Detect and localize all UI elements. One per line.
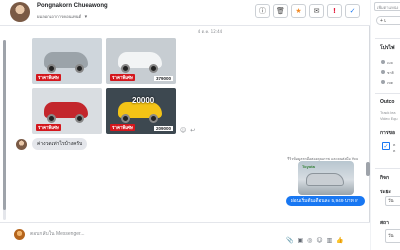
seen-status-icon [357,199,362,204]
profile-item-email: เมล [387,61,393,65]
conversation-header: Pongnakorn Chueawong ผมลอกเอาการคอนเทนต์… [0,0,370,26]
outcome-text-1: Track lea [380,111,396,115]
profile-item-nationality: ชาติ [387,71,394,75]
delete-button[interactable]: 🗑 [273,4,288,18]
check-icon: ✓ [349,6,356,15]
sticker-icon[interactable]: ▥ [327,238,333,244]
promo-tag: ราคาพิเศษ [110,124,135,131]
promo-tag: ราคาพิเศษ [36,124,61,131]
divider [375,38,400,39]
status-label: สถา [380,220,389,226]
exclamation-icon: ! [332,6,337,15]
car-photo-1[interactable]: ราคาพิเศษ [32,38,102,84]
contact-details-panel: เพิ่มตาแหน่ง + เ โปรไฟ เมล ชาติ เขต Outc… [371,0,400,250]
spam-button[interactable]: ! [327,4,342,18]
outcome-text-2: Video Equ [380,117,398,121]
message-actions: ☺ ↩ [180,127,195,134]
star-button[interactable]: ★ [291,4,306,18]
inbox-app: Pongnakorn Chueawong ผมลอกเอาการคอนเทนต์… [0,0,400,250]
activity-section-title: กิจก [380,175,389,181]
contact-subtitle-text: ผมลอกเอาการคอนเทนต์ [37,14,82,19]
car-photo-4[interactable]: 20000 ราคาพิเศษ 209000 [106,88,176,134]
price-label: 209000 [153,126,173,131]
car-graphic [306,173,344,186]
date-divider: 4 ต.ค. 12:44 [197,29,223,34]
scrollbar-thumb[interactable] [3,40,6,210]
contact-name[interactable]: Pongnakorn Chueawong [37,3,108,9]
thread-scrollbar[interactable] [366,162,370,176]
smile-icon[interactable]: ☺ [180,127,186,134]
profile-section-title: โปรไฟ [380,45,395,51]
composer-tools: 📎 ▣ ◎ ☺ ▥ 👍 [286,238,344,244]
incoming-message[interactable]: ค่างวดเท่าไรบ้างครับ [32,138,88,150]
promo-tag: ราคาพิเศษ [36,74,61,81]
car-photo-3[interactable]: ราคาพิเศษ [32,88,102,134]
district-icon [381,80,385,84]
like-icon[interactable]: 👍 [336,238,343,244]
message-composer [0,222,370,250]
info-icon: ⓘ [259,6,266,15]
trash-icon: 🗑 [276,6,285,15]
header-actions: ⓘ 🗑 ★ ✉ ! ✓ [255,4,360,18]
email-icon [381,60,385,64]
outcome-checkbox[interactable]: ✓ [382,142,390,150]
contact-subtitle[interactable]: ผมลอกเอาการคอนเทนต์ ▾ [37,13,87,20]
price-label: 379000 [153,76,173,81]
conversation-panel: Pongnakorn Chueawong ผมลอกเอาการคอนเทนต์… [0,0,370,250]
info-button[interactable]: ⓘ [255,4,270,18]
status-input[interactable]: วัน [385,229,400,243]
contact-avatar-small [16,139,27,150]
checkbox-label-2: ต [393,149,396,153]
duration-select[interactable]: วัน [385,196,400,206]
reply-icon[interactable]: ↩ [190,127,195,134]
mark-unread-button[interactable]: ✉ [309,4,324,18]
outcome-section-title: Outco [380,99,395,105]
envelope-icon: ✉ [313,6,320,15]
contact-avatar[interactable] [10,2,30,22]
done-button[interactable]: ✓ [345,4,360,18]
emoji-icon[interactable]: ☺ [316,238,322,244]
location-input[interactable]: เพิ่มตาแหน่ง [374,2,400,11]
chevron-down-icon: ▾ [84,14,88,20]
image-logo: Toyota [302,164,315,169]
star-icon: ★ [295,6,302,15]
outgoing-message[interactable]: ผ่อนเริ่มต้นเดือนละ 5,949 บาท 84 [286,196,366,206]
gif-icon[interactable]: ◎ [307,238,312,244]
car-photo-2[interactable]: ราคาพิเศษ 379000 [106,38,176,84]
profile-item-district: เขต [387,81,394,85]
price-banner: 20000 [132,96,155,105]
page-avatar [14,229,25,240]
outgoing-image[interactable]: Toyota [298,161,354,195]
attach-icon[interactable]: 📎 [286,238,293,244]
message-input[interactable] [30,227,230,241]
image-icon[interactable]: ▣ [297,238,303,244]
image-attachment-grid: ราคาพิเศษ ราคาพิเศษ 379000 ราคาพิเศษ 200… [32,38,177,134]
divider [375,168,400,169]
request-section-title: การขอ [380,130,395,136]
add-label-button[interactable]: + เ [376,16,400,25]
divider [375,93,400,94]
duration-label: ระยะ [380,189,391,195]
promo-tag: ราคาพิเศษ [110,74,135,81]
nationality-icon [381,70,385,74]
